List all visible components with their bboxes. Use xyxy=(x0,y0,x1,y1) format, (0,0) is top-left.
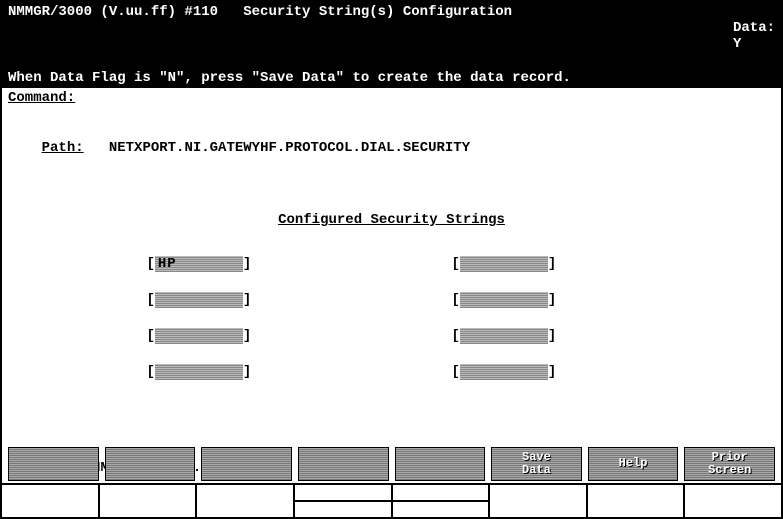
status-cell xyxy=(2,485,100,517)
bracket-close: ] xyxy=(548,256,556,272)
bracket-close: ] xyxy=(243,256,251,272)
security-string-input-4[interactable] xyxy=(155,364,243,380)
bracket-open: [ xyxy=(452,256,460,272)
path-label: Path: xyxy=(42,140,84,156)
status-cell xyxy=(100,485,198,517)
security-string-field: [ ] xyxy=(147,328,332,344)
prior-screen-button[interactable]: Prior Screen xyxy=(684,447,775,481)
status-cell-split xyxy=(295,485,393,517)
save-data-button[interactable]: Save Data xyxy=(491,447,582,481)
security-string-input-3[interactable] xyxy=(155,328,243,344)
help-button[interactable]: Help xyxy=(588,447,679,481)
fkey-f2[interactable] xyxy=(105,447,196,481)
bracket-close: ] xyxy=(548,292,556,308)
bracket-open: [ xyxy=(147,364,155,380)
security-string-input-1[interactable] xyxy=(155,256,243,272)
status-cell xyxy=(197,485,295,517)
security-strings-grid: [ ] [ ] [ ] [ ] [ ] [ ] [ xyxy=(147,256,637,380)
security-string-input-5[interactable] xyxy=(460,256,548,272)
security-string-field: [ ] xyxy=(147,292,332,308)
command-label: Command: xyxy=(8,90,75,106)
title-bar: NMMGR/3000 (V.uu.ff) #110 Security Strin… xyxy=(2,2,781,70)
function-key-row: Save Data Help Prior Screen xyxy=(2,447,781,481)
fkey-f1[interactable] xyxy=(8,447,99,481)
bracket-open: [ xyxy=(452,328,460,344)
path-value: NETXPORT.NI.GATEWYHF.PROTOCOL.DIAL.SECUR… xyxy=(109,140,470,156)
security-string-input-2[interactable] xyxy=(155,292,243,308)
bracket-open: [ xyxy=(452,364,460,380)
data-flag: Data: Y xyxy=(699,4,775,68)
security-string-input-8[interactable] xyxy=(460,364,548,380)
security-string-input-6[interactable] xyxy=(460,292,548,308)
screen-title: NMMGR/3000 (V.uu.ff) #110 Security Strin… xyxy=(8,4,512,68)
security-string-field: [ ] xyxy=(452,292,637,308)
bracket-close: ] xyxy=(548,328,556,344)
security-string-field: [ ] xyxy=(452,364,637,380)
path-row: Path: NETXPORT.NI.GATEWYHF.PROTOCOL.DIAL… xyxy=(8,122,775,174)
bracket-close: ] xyxy=(243,292,251,308)
status-cell xyxy=(490,485,588,517)
bracket-close: ] xyxy=(243,364,251,380)
security-string-field: [ ] xyxy=(452,256,637,272)
bracket-open: [ xyxy=(147,256,155,272)
hint-text: When Data Flag is "N", press "Save Data"… xyxy=(2,70,781,88)
status-cell-split xyxy=(393,485,491,517)
fkey-f4[interactable] xyxy=(298,447,389,481)
security-string-field: [ ] xyxy=(147,256,332,272)
bracket-open: [ xyxy=(147,292,155,308)
bracket-close: ] xyxy=(548,364,556,380)
command-row: Command: xyxy=(2,88,781,108)
security-string-field: [ ] xyxy=(452,328,637,344)
fkey-f5[interactable] xyxy=(395,447,486,481)
status-cell xyxy=(685,485,781,517)
fkey-f3[interactable] xyxy=(201,447,292,481)
security-string-field: [ ] xyxy=(147,364,332,380)
status-cell xyxy=(588,485,686,517)
bracket-close: ] xyxy=(243,328,251,344)
section-title: Configured Security Strings xyxy=(8,212,775,228)
bracket-open: [ xyxy=(452,292,460,308)
command-input[interactable] xyxy=(83,90,775,106)
bracket-open: [ xyxy=(147,328,155,344)
status-bar xyxy=(2,483,781,517)
security-string-input-7[interactable] xyxy=(460,328,548,344)
